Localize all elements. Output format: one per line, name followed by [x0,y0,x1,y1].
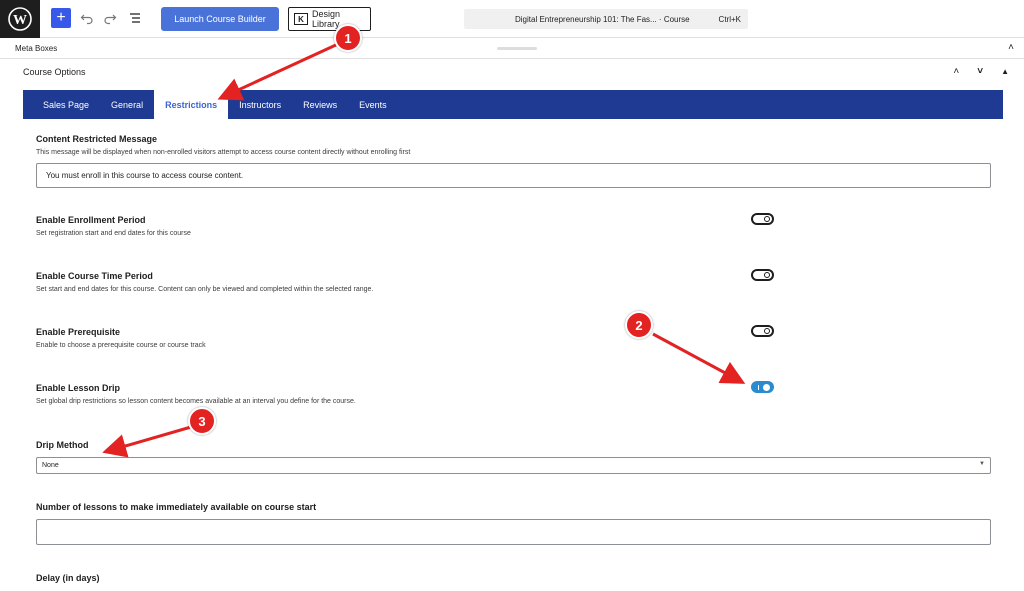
tab-sales-page[interactable]: Sales Page [32,90,100,119]
restricted-message-value: You must enroll in this course to access… [46,171,244,180]
restricted-message-desc: This message will be displayed when non-… [36,149,411,156]
add-block-button[interactable]: + [51,8,71,28]
drip-method-select[interactable]: None ▼ [36,457,991,474]
lesson-drip-title: Enable Lesson Drip [36,383,121,393]
prerequisite-title: Enable Prerequisite [36,327,121,337]
move-up-icon[interactable]: ˄ [953,66,959,77]
enrollment-period-title: Enable Enrollment Period [36,215,146,225]
restricted-message-input[interactable]: You must enroll in this course to access… [36,163,991,188]
annotation-marker-1: 1 [334,24,362,52]
tab-general[interactable]: General [100,90,154,119]
annotation-arrow-2 [652,332,746,384]
drip-method-value: None [42,462,59,469]
restricted-message-title: Content Restricted Message [36,134,158,144]
wordpress-logo-icon[interactable]: W [0,0,40,38]
tab-restrictions[interactable]: Restrictions [154,90,229,120]
move-down-icon[interactable]: ˅ [977,66,983,77]
prerequisite-desc: Enable to choose a prerequisite course o… [36,342,206,349]
plus-icon: + [56,9,66,26]
redo-icon[interactable] [101,9,119,27]
tab-reviews[interactable]: Reviews [292,90,348,119]
enrollment-period-toggle[interactable] [751,213,774,225]
annotation-marker-2: 2 [625,311,653,339]
undo-icon[interactable] [78,9,96,27]
drip-method-title: Drip Method [36,440,89,450]
chevron-up-icon[interactable]: ˄ [1008,42,1014,53]
launch-course-builder-button[interactable]: Launch Course Builder [161,7,279,31]
enrollment-period-desc: Set registration start and end dates for… [36,230,191,237]
annotation-marker-3: 3 [188,407,216,435]
course-time-period-desc: Set start and end dates for this course.… [36,286,374,293]
design-library-icon: K [294,13,308,25]
course-options-header: Course Options ˄ ˅ ▲ [0,60,1024,88]
delay-title: Delay (in days) [36,573,100,583]
course-options-label: Course Options [23,67,86,77]
document-overview-icon[interactable] [126,9,144,27]
lesson-drip-toggle[interactable] [751,381,774,393]
dropdown-arrow-icon: ▼ [979,461,985,467]
lessons-available-title: Number of lessons to make immediately av… [36,502,317,512]
command-palette-bar[interactable]: Digital Entrepreneurship 101: The Fas...… [464,9,748,29]
meta-boxes-label: Meta Boxes [15,44,58,53]
resize-handle[interactable] [497,47,537,50]
course-time-period-title: Enable Course Time Period [36,271,153,281]
annotation-arrow-3 [102,425,192,458]
tab-instructors[interactable]: Instructors [228,90,292,119]
shortcut-hint: Ctrl+K [718,14,741,24]
prerequisite-toggle[interactable] [751,325,774,337]
svg-text:W: W [13,13,27,28]
lesson-drip-desc: Set global drip restrictions so lesson c… [36,398,356,405]
course-options-tabs: Sales Page General Restrictions Instruct… [23,90,1003,120]
design-library-button[interactable]: K Design Library [288,7,371,31]
editor-toolbar: W + Launch Course Builder K Design Libra… [0,0,1024,38]
meta-boxes-header: Meta Boxes ˄ [0,39,1024,59]
document-title: Digital Entrepreneurship 101: The Fas...… [515,14,690,24]
collapse-toggle-icon[interactable]: ▲ [1001,67,1009,76]
lessons-available-input[interactable] [36,519,991,545]
tab-events[interactable]: Events [348,90,398,119]
course-time-period-toggle[interactable] [751,269,774,281]
